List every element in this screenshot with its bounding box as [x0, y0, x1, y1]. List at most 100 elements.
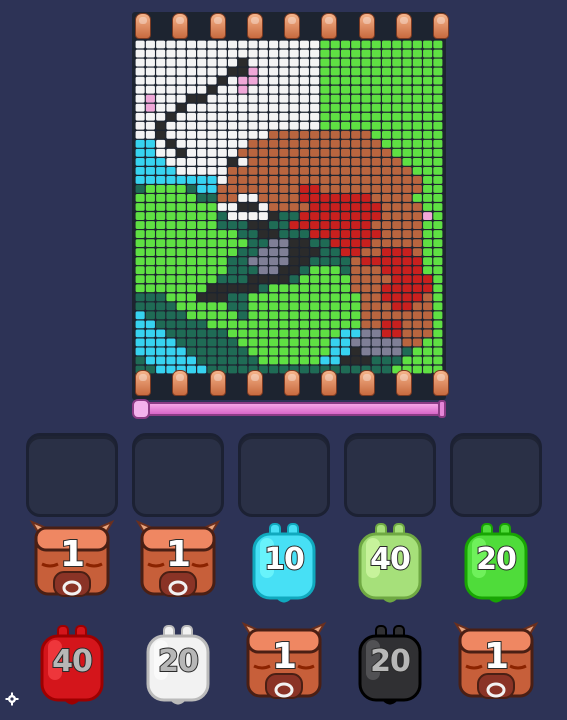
- mosaic-cell: [145, 302, 155, 311]
- mosaic-cell: [135, 194, 145, 202]
- mosaic-cell: [258, 139, 268, 148]
- mosaic-cell: [340, 103, 350, 112]
- mosaic-cell: [176, 94, 186, 103]
- bull-piece[interactable]: 1: [452, 620, 540, 712]
- mosaic-cell: [228, 130, 238, 139]
- mosaic-cell: [382, 148, 392, 157]
- slot-5[interactable]: [450, 433, 542, 517]
- mosaic-cell: [310, 130, 320, 139]
- mosaic-cell: [176, 329, 186, 338]
- mosaic-cell: [269, 49, 279, 58]
- peg: [284, 13, 300, 39]
- peg: [246, 13, 263, 39]
- mosaic-cell: [166, 302, 176, 311]
- peg: [321, 13, 338, 39]
- mosaic-cell: [433, 248, 443, 257]
- mosaic-cell: [279, 58, 289, 67]
- mosaic-cell: [423, 94, 433, 103]
- bull-piece[interactable]: 1: [28, 518, 116, 610]
- mosaic-cell: [289, 103, 299, 112]
- slot-1[interactable]: [26, 433, 118, 517]
- mosaic-cell: [340, 112, 350, 121]
- mosaic-cell: [197, 203, 207, 211]
- slot-4[interactable]: [344, 433, 436, 517]
- mosaic-cell: [392, 40, 402, 49]
- slot-3[interactable]: [238, 433, 330, 517]
- mosaic-cell: [382, 284, 392, 293]
- mosaic-cell: [176, 176, 186, 184]
- mosaic-cell: [423, 302, 433, 311]
- mosaic-cell: [433, 221, 443, 229]
- mosaic-cell: [320, 185, 330, 193]
- mosaic-cell: [330, 112, 340, 121]
- mosaic-cell: [320, 221, 330, 229]
- mosaic-cell: [145, 85, 155, 94]
- mosaic-cell: [269, 338, 279, 347]
- mosaic-cell: [299, 203, 309, 211]
- mosaic-cell: [361, 94, 371, 103]
- mosaic-cell: [361, 338, 371, 347]
- mosaic-cell: [340, 248, 350, 257]
- mosaic-cell: [176, 221, 186, 229]
- mosaic-cell: [186, 257, 196, 266]
- mosaic-cell: [156, 103, 166, 112]
- mosaic-cell: [330, 76, 340, 85]
- mosaic-cell: [269, 166, 279, 175]
- color-jar-piece[interactable]: 20: [134, 620, 222, 712]
- mosaic-cell: [330, 347, 340, 356]
- peg: [135, 370, 151, 396]
- mosaic-cell: [238, 338, 248, 347]
- mosaic-cell: [382, 49, 392, 58]
- mosaic-cell: [330, 329, 340, 338]
- mosaic-cell: [423, 112, 433, 121]
- bull-piece[interactable]: 1: [134, 518, 222, 610]
- mosaic-cell: [228, 58, 238, 67]
- mosaic-cell: [238, 49, 248, 58]
- slot-2[interactable]: [132, 433, 224, 517]
- mosaic-cell: [248, 338, 258, 347]
- mosaic-cell: [248, 112, 258, 121]
- mosaic-cell: [238, 248, 248, 257]
- mosaic-cell: [279, 76, 289, 85]
- mosaic-cell: [289, 94, 299, 103]
- bull-piece[interactable]: 1: [240, 620, 328, 712]
- peg: [209, 370, 226, 396]
- mosaic-cell: [258, 356, 268, 365]
- mosaic-cell: [258, 302, 268, 311]
- mosaic-cell: [228, 194, 238, 202]
- mosaic-cell: [320, 293, 330, 302]
- mosaic-cell: [340, 139, 350, 148]
- mosaic-cell: [238, 166, 248, 175]
- mosaic-cell: [248, 311, 258, 320]
- peg: [172, 370, 189, 396]
- color-jar-piece[interactable]: 10: [240, 518, 328, 610]
- mosaic-cell: [412, 293, 422, 302]
- settings-gear-icon[interactable]: [5, 692, 19, 706]
- mosaic-cell: [228, 76, 238, 85]
- mosaic-cell: [207, 166, 217, 175]
- mosaic-cell: [228, 356, 238, 365]
- mosaic-cell: [392, 76, 402, 85]
- mosaic-cell: [135, 329, 145, 338]
- mosaic-cell: [382, 130, 392, 139]
- mosaic-cell: [423, 103, 433, 112]
- mosaic-cell: [238, 275, 248, 284]
- peg-row-bottom: [132, 370, 449, 396]
- mosaic-cell: [258, 212, 268, 220]
- mosaic-cell: [207, 67, 217, 76]
- color-jar-piece[interactable]: 40: [28, 620, 116, 712]
- mosaic-cell: [197, 311, 207, 320]
- mosaic-cell: [433, 338, 443, 347]
- color-jar-piece[interactable]: 20: [346, 620, 434, 712]
- mosaic-cell: [402, 103, 412, 112]
- color-jar-piece[interactable]: 40: [346, 518, 434, 610]
- mosaic-cell: [371, 275, 381, 284]
- mosaic-cell: [258, 329, 268, 338]
- mosaic-cell: [258, 185, 268, 193]
- color-jar-piece[interactable]: 20: [452, 518, 540, 610]
- mosaic-cell: [423, 284, 433, 293]
- mosaic-cell: [207, 85, 217, 94]
- mosaic-cell: [299, 194, 309, 202]
- mosaic-cell: [289, 320, 299, 329]
- mosaic-cell: [392, 347, 402, 356]
